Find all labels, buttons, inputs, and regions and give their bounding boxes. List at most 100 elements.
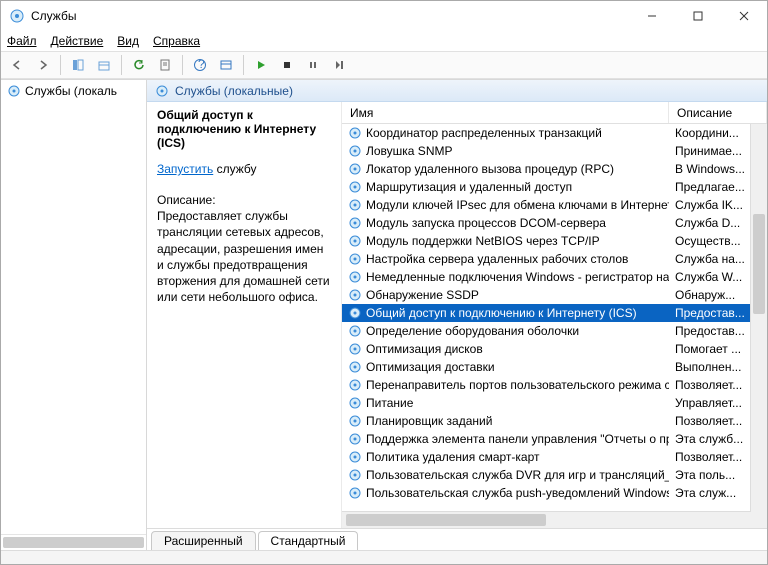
tab-standard[interactable]: Стандартный [258,531,359,550]
service-row[interactable]: Пользовательская служба push-уведомлений… [342,484,767,502]
service-row[interactable]: Настройка сервера удаленных рабочих стол… [342,250,767,268]
horizontal-scrollbar[interactable] [342,511,767,528]
right-pane-title: Службы (локальные) [175,84,293,98]
properties-button[interactable] [153,54,177,76]
menu-action[interactable]: Действие [51,34,104,48]
services-icon [9,8,25,24]
service-name: Планировщик заданий [366,414,492,428]
services-window: Службы Файл Действие Вид Справка ? [0,0,768,565]
statusbar [1,550,767,564]
service-name: Оптимизация дисков [366,342,483,356]
service-name-cell: Поддержка элемента панели управления "От… [342,432,669,446]
detail-pane: Общий доступ к подключению к Интернету (… [147,102,342,528]
service-row[interactable]: Перенаправитель портов пользовательского… [342,376,767,394]
service-name: Модуль запуска процессов DCOM-сервера [366,216,606,230]
service-name: Определение оборудования оболочки [366,324,579,338]
service-name: Маршрутизация и удаленный доступ [366,180,572,194]
view-button[interactable] [214,54,238,76]
service-name-cell: Ловушка SNMP [342,144,669,158]
stop-service-button[interactable] [275,54,299,76]
service-row[interactable]: Ловушка SNMPПринимае... [342,142,767,160]
titlebar: Службы [1,1,767,31]
minimize-button[interactable] [629,1,675,31]
tree-root-label: Службы (локаль [25,84,117,98]
service-row[interactable]: Планировщик заданийПозволяет... [342,412,767,430]
service-name: Пользовательская служба push-уведомлений… [366,486,669,500]
service-actions: Запустить службу [157,162,331,176]
pause-service-button[interactable] [301,54,325,76]
toolbar-sep [121,55,122,75]
show-hide-tree-button[interactable] [66,54,90,76]
selected-service-title: Общий доступ к подключению к Интернету (… [157,108,331,150]
help-button[interactable]: ? [188,54,212,76]
col-description[interactable]: Описание [669,102,767,123]
service-row[interactable]: Пользовательская служба DVR для игр и тр… [342,466,767,484]
left-pane-hscroll[interactable] [1,534,146,550]
refresh-button[interactable] [127,54,151,76]
toolbar-sep [60,55,61,75]
service-row[interactable]: Обнаружение SSDPОбнаруж... [342,286,767,304]
back-button[interactable] [5,54,29,76]
tree-pane: Службы (локаль [1,80,147,550]
tree-root[interactable]: Службы (локаль [1,80,146,102]
forward-button[interactable] [31,54,55,76]
service-name: Перенаправитель портов пользовательского… [366,378,669,392]
service-row[interactable]: Модуль запуска процессов DCOM-сервераСлу… [342,214,767,232]
service-name: Настройка сервера удаленных рабочих стол… [366,252,628,266]
service-name-cell: Политика удаления смарт-карт [342,450,669,464]
vertical-scrollbar[interactable] [750,124,767,512]
services-icon [7,84,21,98]
menu-help[interactable]: Справка [153,34,200,48]
description-label: Описание: [157,192,331,208]
service-name: Политика удаления смарт-карт [366,450,540,464]
svg-text:?: ? [198,58,205,71]
service-name-cell: Настройка сервера удаленных рабочих стол… [342,252,669,266]
service-name: Обнаружение SSDP [366,288,479,302]
service-name: Модули ключей IPsec для обмена ключами в… [366,198,669,212]
service-name: Общий доступ к подключению к Интернету (… [366,306,637,320]
right-pane: Службы (локальные) Общий доступ к подклю… [147,80,767,550]
service-row[interactable]: ПитаниеУправляет... [342,394,767,412]
close-button[interactable] [721,1,767,31]
start-service-button[interactable] [249,54,273,76]
export-list-button[interactable] [92,54,116,76]
service-row[interactable]: Координатор распределенных транзакцийКоо… [342,124,767,142]
rows-container: Координатор распределенных транзакцийКоо… [342,124,767,511]
service-row[interactable]: Маршрутизация и удаленный доступПредлага… [342,178,767,196]
service-row[interactable]: Модули ключей IPsec для обмена ключами в… [342,196,767,214]
service-name-cell: Пользовательская служба push-уведомлений… [342,486,669,500]
service-name-cell: Питание [342,396,669,410]
tab-extended[interactable]: Расширенный [151,531,256,550]
description-block: Описание: Предоставляет службы трансляци… [157,192,331,305]
service-name-cell: Общий доступ к подключению к Интернету (… [342,306,669,320]
service-name-cell: Планировщик заданий [342,414,669,428]
toolbar-sep [243,55,244,75]
service-row[interactable]: Модуль поддержки NetBIOS через TCP/IPОсу… [342,232,767,250]
service-row[interactable]: Общий доступ к подключению к Интернету (… [342,304,767,322]
service-row[interactable]: Оптимизация дисковПомогает ... [342,340,767,358]
service-row[interactable]: Поддержка элемента панели управления "От… [342,430,767,448]
service-row[interactable]: Определение оборудования оболочкиПредост… [342,322,767,340]
toolbar: ? [1,51,767,79]
service-name-cell: Оптимизация дисков [342,342,669,356]
menubar: Файл Действие Вид Справка [1,31,767,51]
menu-file[interactable]: Файл [7,34,37,48]
service-row[interactable]: Оптимизация доставкиВыполнен... [342,358,767,376]
service-name: Питание [366,396,413,410]
maximize-button[interactable] [675,1,721,31]
start-link[interactable]: Запустить [157,162,213,176]
service-name-cell: Оптимизация доставки [342,360,669,374]
right-pane-body: Общий доступ к подключению к Интернету (… [147,102,767,528]
col-name[interactable]: Имя [342,102,669,123]
service-row[interactable]: Политика удаления смарт-картПозволяет... [342,448,767,466]
service-name-cell: Модули ключей IPsec для обмена ключами в… [342,198,669,212]
service-name: Оптимизация доставки [366,360,495,374]
services-list: Имя Описание Координатор распределенных … [342,102,767,528]
restart-service-button[interactable] [327,54,351,76]
description-text: Предоставляет службы трансляции сетевых … [157,208,331,305]
service-row[interactable]: Немедленные подключения Windows - регист… [342,268,767,286]
service-row[interactable]: Локатор удаленного вызова процедур (RPC)… [342,160,767,178]
service-name-cell: Пользовательская служба DVR для игр и тр… [342,468,669,482]
menu-view[interactable]: Вид [117,34,139,48]
service-name-cell: Модуль запуска процессов DCOM-сервера [342,216,669,230]
